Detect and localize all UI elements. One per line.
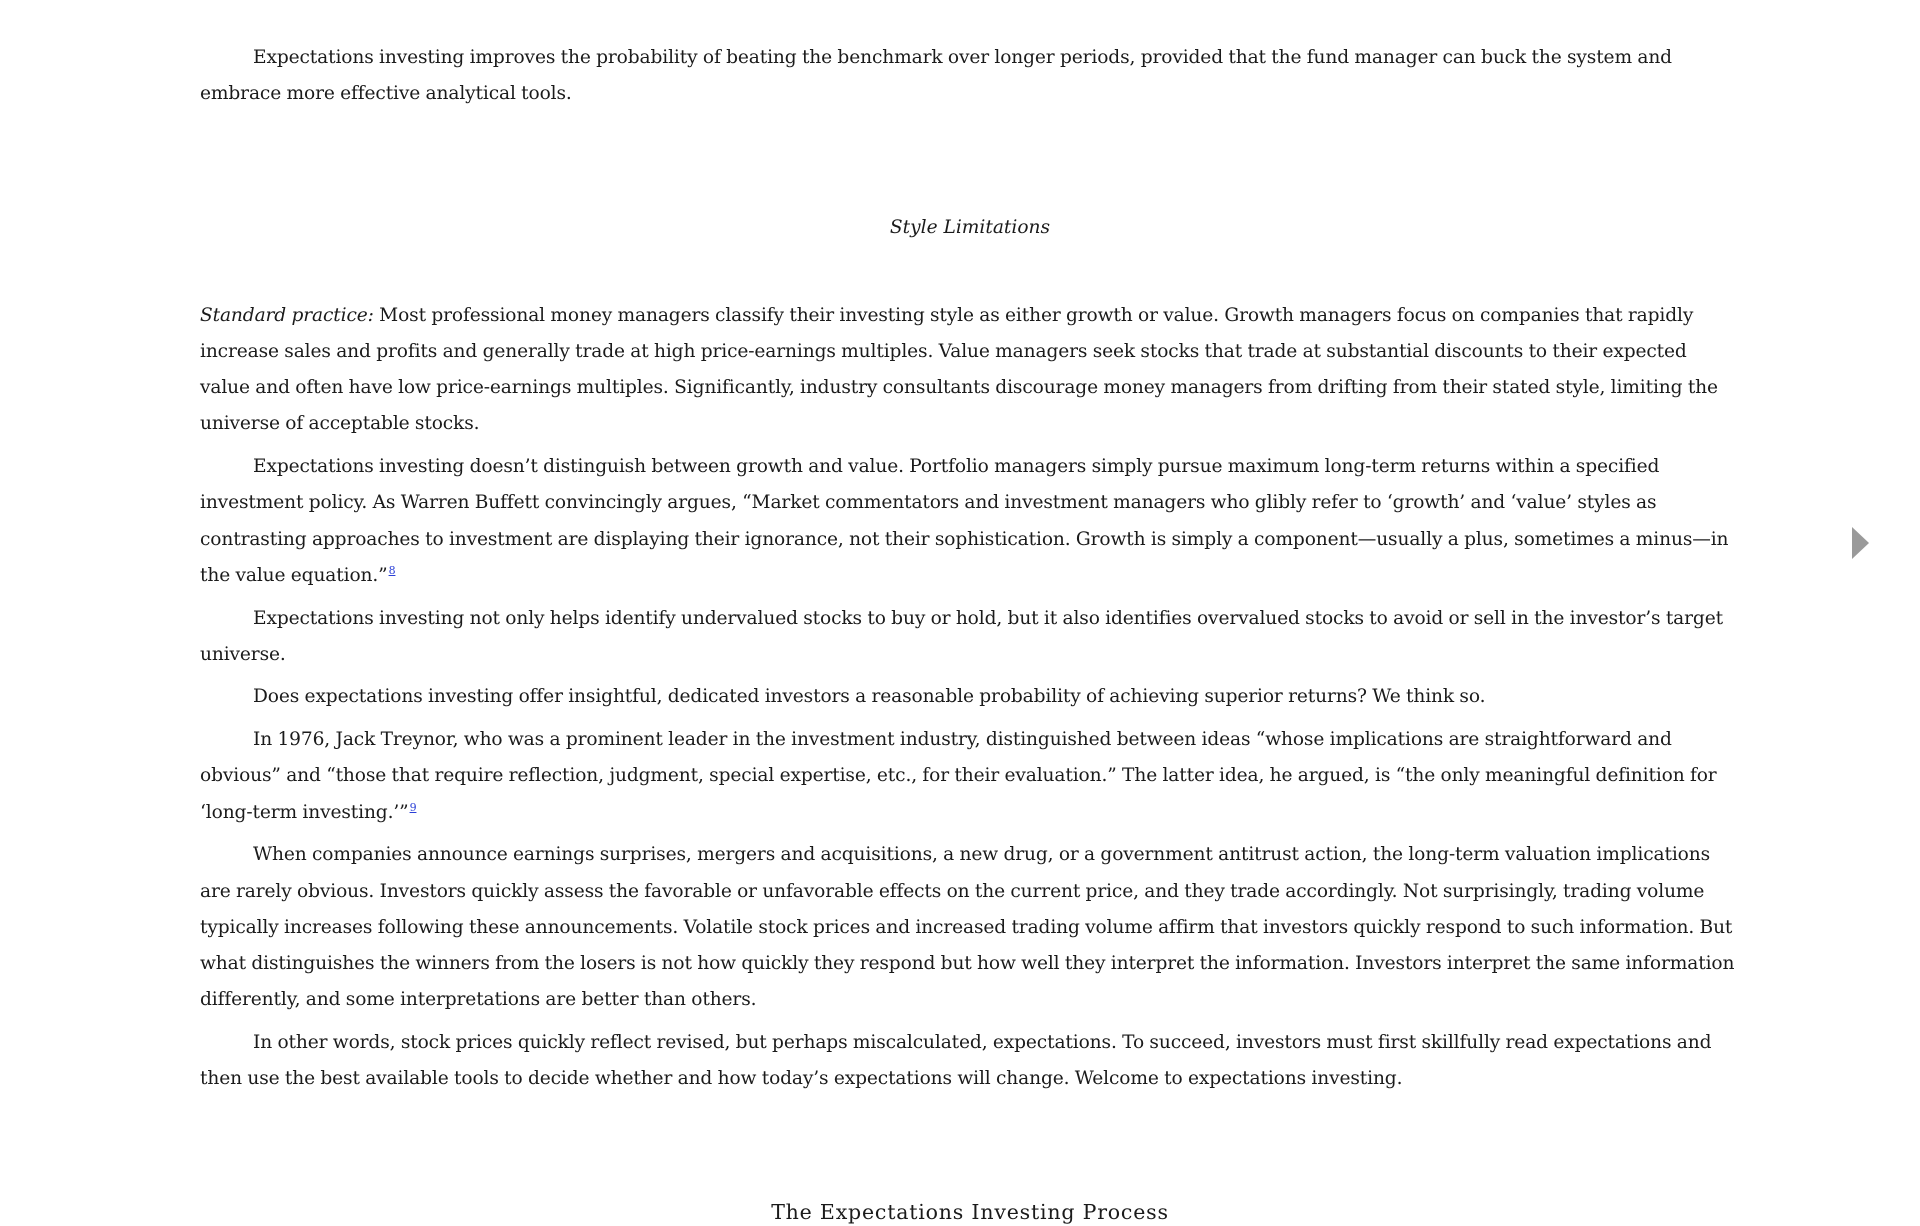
next-page-arrow-icon[interactable] [1852, 527, 1869, 559]
footnote-ref: 9 [410, 801, 417, 814]
paragraph: When companies announce earnings surpris… [200, 844, 1735, 1011]
footnote-link-8[interactable]: 8 [389, 564, 396, 577]
paragraph-standard-practice: Standard practice: Most professional mon… [200, 298, 1740, 443]
footnote-ref: 8 [389, 564, 396, 577]
paragraph-text: In 1976, Jack Treynor, who was a promine… [200, 729, 1717, 823]
chapter-section-heading: The Expectations Investing Process [771, 1199, 1169, 1224]
paragraph-treynor-quote: In 1976, Jack Treynor, who was a promine… [200, 722, 1740, 831]
paragraph: In other words, stock prices quickly ref… [200, 1032, 1712, 1090]
paragraph: Expectations investing improves the prob… [200, 47, 1672, 105]
footnote-link-9[interactable]: 9 [410, 801, 417, 814]
paragraph: Does expectations investing offer insigh… [253, 686, 1486, 708]
reader-page: Expectations investing improves the prob… [200, 40, 1740, 1226]
run-in-label: Standard practice: [200, 304, 374, 326]
paragraph-buffett-quote: Expectations investing doesn’t distingui… [200, 449, 1740, 594]
paragraph-text: Expectations investing doesn’t distingui… [200, 456, 1729, 586]
section-heading: Style Limitations [889, 216, 1051, 238]
paragraph: Expectations investing not only helps id… [200, 607, 1723, 665]
paragraph-text: Most professional money managers classif… [200, 304, 1718, 435]
